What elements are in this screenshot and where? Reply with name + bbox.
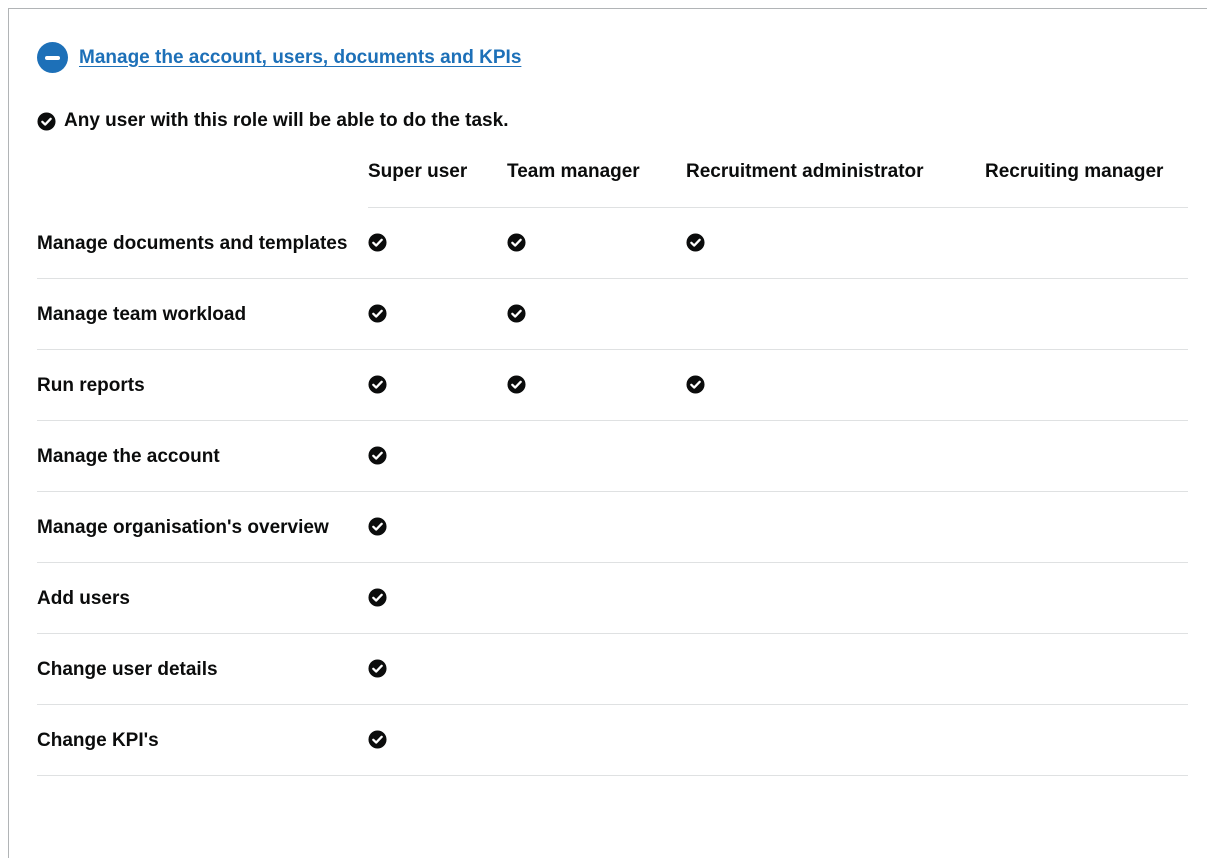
- check-circle-icon: [507, 232, 526, 252]
- permission-cell-recruitment-administrator: [686, 633, 985, 704]
- task-label: Manage team workload: [37, 303, 247, 325]
- check-circle-icon: [368, 374, 387, 394]
- permission-cell-recruitment-administrator: [686, 562, 985, 633]
- table-row: Manage team workload: [37, 278, 1188, 349]
- permission-cell-recruitment-administrator: [686, 207, 985, 278]
- check-circle-icon: [507, 303, 526, 323]
- table-row: Manage documents and templates: [37, 207, 1188, 278]
- permission-cell-team-manager: [507, 704, 686, 775]
- table-row: Change user details: [37, 633, 1188, 704]
- table-row: Manage organisation's overview: [37, 491, 1188, 562]
- permission-cell-team-manager: [507, 491, 686, 562]
- check-circle-icon: [368, 729, 387, 749]
- permission-cell-super-user: [368, 491, 507, 562]
- permission-cell-team-manager: [507, 349, 686, 420]
- permission-cell-recruitment-administrator: [686, 349, 985, 420]
- column-header-recruitment-administrator: Recruitment administrator: [686, 157, 985, 208]
- check-circle-icon: [37, 111, 56, 131]
- task-label: Run reports: [37, 374, 145, 396]
- permission-cell-super-user: [368, 420, 507, 491]
- check-circle-icon: [368, 587, 387, 607]
- check-circle-icon: [368, 303, 387, 323]
- permission-cell-recruiting-manager: [985, 278, 1188, 349]
- check-circle-icon: [507, 374, 526, 394]
- permission-cell-super-user: [368, 278, 507, 349]
- table-row: Manage the account: [37, 420, 1188, 491]
- permission-cell-recruiting-manager: [985, 633, 1188, 704]
- task-label: Manage the account: [37, 445, 220, 467]
- permission-cell-super-user: [368, 633, 507, 704]
- permissions-table: Super user Team manager Recruitment admi…: [37, 157, 1188, 776]
- task-label: Add users: [37, 587, 130, 609]
- task-label: Manage organisation's overview: [37, 516, 329, 538]
- permission-cell-team-manager: [507, 562, 686, 633]
- table-row: Run reports: [37, 349, 1188, 420]
- check-circle-icon: [368, 658, 387, 678]
- check-circle-icon: [368, 445, 387, 465]
- check-circle-icon: [686, 232, 705, 252]
- permission-cell-recruiting-manager: [985, 207, 1188, 278]
- permission-cell-recruiting-manager: [985, 704, 1188, 775]
- check-circle-icon: [368, 232, 387, 252]
- permission-cell-team-manager: [507, 420, 686, 491]
- task-label: Change user details: [37, 658, 218, 680]
- permission-cell-recruitment-administrator: [686, 491, 985, 562]
- permission-cell-recruitment-administrator: [686, 704, 985, 775]
- task-label: Change KPI's: [37, 729, 159, 751]
- permission-cell-recruiting-manager: [985, 562, 1188, 633]
- column-header-super-user: Super user: [368, 157, 507, 208]
- section-link[interactable]: Manage the account, users, documents and…: [79, 47, 521, 69]
- permission-cell-recruitment-administrator: [686, 420, 985, 491]
- minus-circle-icon[interactable]: [37, 42, 68, 73]
- permission-cell-recruiting-manager: [985, 349, 1188, 420]
- permission-cell-recruitment-administrator: [686, 278, 985, 349]
- permission-cell-recruiting-manager: [985, 491, 1188, 562]
- permission-cell-super-user: [368, 207, 507, 278]
- column-header-recruiting-manager: Recruiting manager: [985, 157, 1188, 208]
- table-header-row: Super user Team manager Recruitment admi…: [37, 157, 1188, 208]
- check-circle-icon: [686, 374, 705, 394]
- task-column-header: [37, 157, 368, 207]
- permission-cell-team-manager: [507, 633, 686, 704]
- permission-cell-team-manager: [507, 207, 686, 278]
- table-row: Add users: [37, 562, 1188, 633]
- permission-cell-super-user: [368, 704, 507, 775]
- permission-cell-team-manager: [507, 278, 686, 349]
- column-header-team-manager: Team manager: [507, 157, 686, 208]
- permission-cell-super-user: [368, 349, 507, 420]
- legend-text: Any user with this role will be able to …: [64, 110, 509, 131]
- section-toggle[interactable]: Manage the account, users, documents and…: [37, 42, 521, 73]
- permission-legend: Any user with this role will be able to …: [37, 110, 508, 132]
- table-row: Change KPI's: [37, 704, 1188, 775]
- task-label: Manage documents and templates: [37, 232, 348, 254]
- permission-cell-recruiting-manager: [985, 420, 1188, 491]
- check-circle-icon: [368, 516, 387, 536]
- permission-cell-super-user: [368, 562, 507, 633]
